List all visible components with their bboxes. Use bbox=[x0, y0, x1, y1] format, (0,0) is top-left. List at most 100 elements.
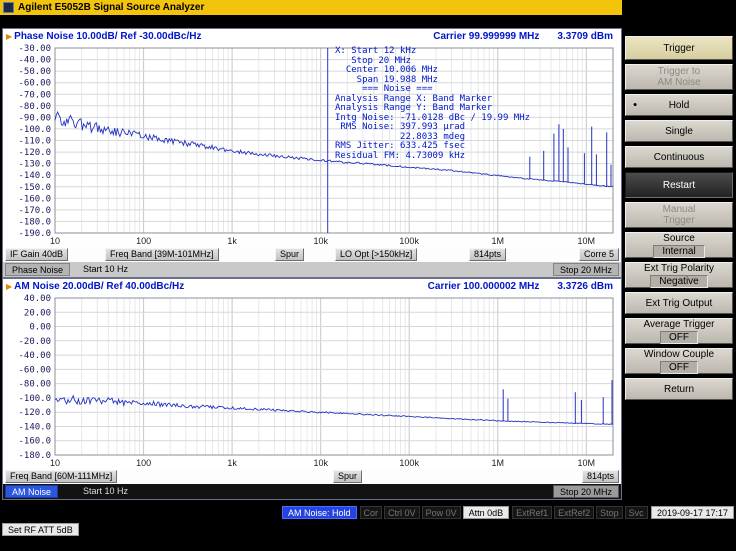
svg-text:-80.00: -80.00 bbox=[18, 380, 51, 390]
points-indicator: 814pts bbox=[581, 470, 619, 483]
svg-text:10k: 10k bbox=[313, 236, 328, 246]
svg-text:10M: 10M bbox=[578, 236, 596, 246]
window-title: Agilent E5052B Signal Source Analyzer bbox=[18, 2, 205, 13]
if-gain-indicator: IF Gain 40dB bbox=[5, 248, 69, 261]
svg-text:-150.0: -150.0 bbox=[18, 183, 51, 193]
svg-text:1M: 1M bbox=[492, 236, 505, 246]
svg-text:-160.0: -160.0 bbox=[18, 437, 51, 447]
svg-text:-110.0: -110.0 bbox=[18, 137, 51, 147]
svg-text:-20.00: -20.00 bbox=[18, 337, 51, 347]
am-status-bar: AM Noise Start 10 Hz Stop 20 MHz bbox=[3, 484, 621, 499]
svg-text:-190.0: -190.0 bbox=[18, 229, 51, 239]
freq-band-indicator: Freq Band [39M-101MHz] bbox=[105, 248, 219, 261]
softkey-manual-trigger[interactable]: Manual Trigger bbox=[625, 202, 733, 228]
svg-text:-180.0: -180.0 bbox=[18, 451, 51, 461]
ctrl-indicator: Ctrl 0V bbox=[384, 505, 420, 519]
phase-settings-bar: IF Gain 40dB Freq Band [39M-101MHz] Spur… bbox=[3, 247, 621, 262]
softkey-label: Source bbox=[663, 232, 695, 244]
trace-marker-icon: ▶ bbox=[6, 31, 13, 41]
svg-text:-140.0: -140.0 bbox=[18, 423, 51, 433]
svg-text:-40.00: -40.00 bbox=[18, 351, 51, 361]
instrument-message: Set RF ATT 5dB bbox=[2, 522, 79, 536]
svg-text:0.00: 0.00 bbox=[29, 323, 51, 333]
softkey-value: OFF bbox=[660, 360, 698, 374]
svg-text:40.00: 40.00 bbox=[24, 294, 51, 304]
softkey-value: OFF bbox=[660, 330, 698, 344]
softkey-ext-trig-output[interactable]: Ext Trig Output bbox=[625, 292, 733, 314]
softkey-menu-title: Trigger bbox=[625, 36, 733, 60]
extref1-indicator: ExtRef1 bbox=[512, 505, 553, 519]
selected-bullet-icon: ● bbox=[633, 101, 638, 109]
phase-panel-header: ▶ Phase Noise 10.00dB/ Ref -30.00dBc/Hz … bbox=[3, 29, 621, 43]
softkey-label: Ext Trig Output bbox=[645, 297, 713, 309]
svg-text:-130.0: -130.0 bbox=[18, 160, 51, 170]
svg-text:100k: 100k bbox=[399, 458, 419, 468]
lo-opt-indicator: LO Opt [>150kHz] bbox=[335, 248, 418, 261]
svg-text:-120.0: -120.0 bbox=[18, 148, 51, 158]
message-bar: Set RF ATT 5dB bbox=[0, 521, 736, 537]
softkey-single[interactable]: Single bbox=[625, 120, 733, 142]
cor-indicator: Cor bbox=[359, 505, 383, 519]
softkey-label-line2: Trigger bbox=[663, 215, 695, 226]
phase-start-freq: Start 10 Hz bbox=[83, 264, 129, 274]
softkey-return[interactable]: Return bbox=[625, 378, 733, 400]
softkey-label: Average Trigger bbox=[643, 318, 715, 330]
svg-text:-40.00: -40.00 bbox=[18, 56, 51, 66]
points-indicator: 814pts bbox=[469, 248, 507, 261]
phase-noise-scale-label: Phase Noise 10.00dB/ Ref -30.00dBc/Hz bbox=[14, 30, 202, 42]
svg-text:1M: 1M bbox=[492, 458, 505, 468]
softkey-value: Internal bbox=[653, 244, 705, 258]
softkey-hold[interactable]: ● Hold bbox=[625, 94, 733, 116]
am-carrier-freq: Carrier 100.000002 MHz bbox=[427, 280, 540, 292]
softkey-label: Ext Trig Polarity bbox=[643, 262, 715, 274]
phase-noise-window: ▶ Phase Noise 10.00dB/ Ref -30.00dBc/Hz … bbox=[2, 28, 622, 278]
softkey-label: Single bbox=[665, 125, 693, 137]
extref2-indicator: ExtRef2 bbox=[554, 505, 595, 519]
softkey-label: Trigger bbox=[663, 42, 695, 54]
softkey-restart[interactable]: Restart bbox=[625, 172, 733, 198]
svc-indicator: Svc bbox=[624, 505, 648, 519]
am-noise-scale-label: AM Noise 20.00dB/ Ref 40.00dBc/Hz bbox=[14, 280, 185, 292]
am-window-label: AM Noise bbox=[5, 485, 59, 498]
am-carrier-power: 3.3726 dBm bbox=[557, 280, 613, 292]
phase-status-bar: Phase Noise Start 10 Hz Stop 20 MHz bbox=[3, 262, 621, 277]
softkey-label: Hold bbox=[668, 99, 690, 111]
softkey-label: Continuous bbox=[653, 151, 705, 163]
svg-text:-120.0: -120.0 bbox=[18, 408, 51, 418]
svg-text:1k: 1k bbox=[227, 236, 237, 246]
datetime-display: 2019-09-17 17:17 bbox=[650, 505, 734, 519]
instrument-status-bar: AM Noise: Hold Cor Ctrl 0V Pow 0V Attn 0… bbox=[0, 504, 736, 520]
svg-text:-30.00: -30.00 bbox=[18, 44, 51, 54]
am-start-freq: Start 10 Hz bbox=[83, 486, 129, 496]
svg-text:100: 100 bbox=[136, 458, 151, 468]
correction-indicator: Corre 5 bbox=[578, 248, 619, 261]
svg-text:-170.0: -170.0 bbox=[18, 206, 51, 216]
phase-analysis-readout: X: Start 12 kHz Stop 20 MHz Center 10.00… bbox=[335, 46, 531, 161]
phase-carrier-readout: Carrier 99.999999 MHz 3.3709 dBm bbox=[433, 31, 621, 42]
svg-text:-100.0: -100.0 bbox=[18, 394, 51, 404]
svg-text:10k: 10k bbox=[313, 458, 328, 468]
softkey-menu: Trigger Trigger to AM Noise ● Hold Singl… bbox=[622, 0, 736, 551]
phase-stop-freq: Stop 20 MHz bbox=[552, 263, 619, 276]
freq-band-indicator: Freq Band [60M-111MHz] bbox=[5, 470, 118, 483]
svg-text:-60.00: -60.00 bbox=[18, 365, 51, 375]
am-stop-freq: Stop 20 MHz bbox=[552, 485, 619, 498]
softkey-continuous[interactable]: Continuous bbox=[625, 146, 733, 168]
svg-text:1k: 1k bbox=[227, 458, 237, 468]
softkey-label: Window Couple bbox=[643, 348, 715, 360]
spur-indicator: Spur bbox=[275, 248, 305, 261]
softkey-window-couple[interactable]: Window Couple OFF bbox=[625, 348, 733, 374]
softkey-average-trigger[interactable]: Average Trigger OFF bbox=[625, 318, 733, 344]
softkey-value: Negative bbox=[650, 274, 708, 288]
phase-carrier-freq: Carrier 99.999999 MHz bbox=[433, 30, 540, 42]
am-carrier-readout: Carrier 100.000002 MHz 3.3726 dBm bbox=[428, 281, 621, 292]
svg-text:100k: 100k bbox=[399, 236, 419, 246]
svg-text:10M: 10M bbox=[578, 458, 596, 468]
softkey-trigger-to-am-noise[interactable]: Trigger to AM Noise bbox=[625, 64, 733, 90]
svg-text:-160.0: -160.0 bbox=[18, 194, 51, 204]
svg-text:-70.00: -70.00 bbox=[18, 90, 51, 100]
softkey-ext-trig-polarity[interactable]: Ext Trig Polarity Negative bbox=[625, 262, 733, 288]
svg-text:-60.00: -60.00 bbox=[18, 79, 51, 89]
am-noise-window: ▶ AM Noise 20.00dB/ Ref 40.00dBc/Hz Carr… bbox=[2, 278, 622, 500]
softkey-source[interactable]: Source Internal bbox=[625, 232, 733, 258]
